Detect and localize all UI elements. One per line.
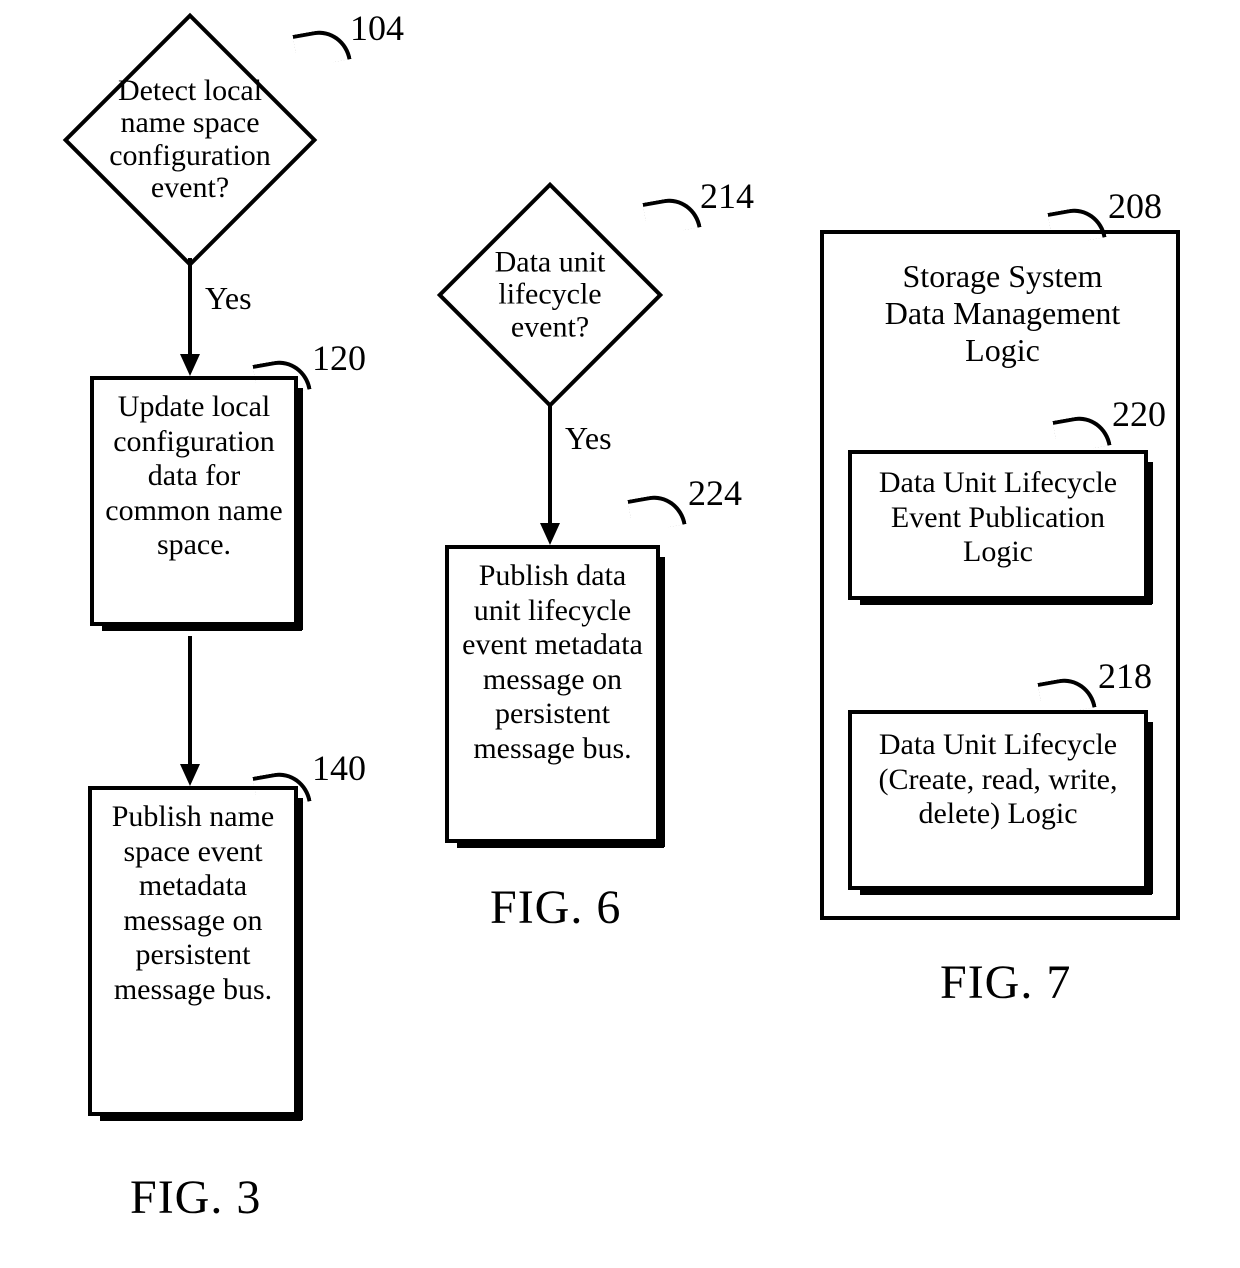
ref-120: 120 [312, 340, 366, 378]
figure-caption-3: FIG. 3 [130, 1170, 261, 1225]
block-218: Data Unit Lifecycle (Create, read, write… [848, 710, 1148, 890]
arrow-120-to-140 [178, 636, 202, 786]
container-208-title: Storage System Data Management Logic [870, 258, 1135, 368]
ref-224: 224 [688, 475, 742, 513]
decision-214: Data unit lifecycle event? [430, 175, 670, 415]
ref-218: 218 [1098, 658, 1152, 696]
decision-104-text: Detect local name space configuration ev… [90, 75, 290, 205]
figure-caption-6: FIG. 6 [490, 880, 621, 935]
decision-214-text: Data unit lifecycle event? [465, 246, 635, 343]
block-218-text: Data Unit Lifecycle (Create, read, write… [878, 728, 1117, 830]
block-220: Data Unit Lifecycle Event Publication Lo… [848, 450, 1148, 600]
process-224-text: Publish data unit lifecycle event metada… [462, 559, 643, 765]
ref-104: 104 [350, 10, 404, 48]
decision-104: Detect local name space configuration ev… [60, 10, 320, 270]
callout-arc-224 [627, 491, 686, 534]
process-140: Publish name space event metadata messag… [88, 786, 298, 1116]
ref-220: 220 [1112, 396, 1166, 434]
edge-label-yes-1: Yes [205, 280, 252, 317]
process-120-text: Update local configuration data for comm… [105, 390, 282, 561]
ref-208: 208 [1108, 188, 1162, 226]
process-120: Update local configuration data for comm… [90, 376, 298, 626]
arrow-104-to-120 [178, 258, 202, 376]
process-224: Publish data unit lifecycle event metada… [445, 545, 660, 843]
ref-140: 140 [312, 750, 366, 788]
diagram-canvas: Detect local name space configuration ev… [0, 0, 1240, 1268]
ref-214: 214 [700, 178, 754, 216]
block-220-text: Data Unit Lifecycle Event Publication Lo… [879, 466, 1117, 568]
figure-caption-7: FIG. 7 [940, 955, 1071, 1010]
process-140-text: Publish name space event metadata messag… [112, 800, 275, 1006]
edge-label-yes-2: Yes [565, 420, 612, 457]
arrow-214-to-224 [538, 405, 562, 545]
